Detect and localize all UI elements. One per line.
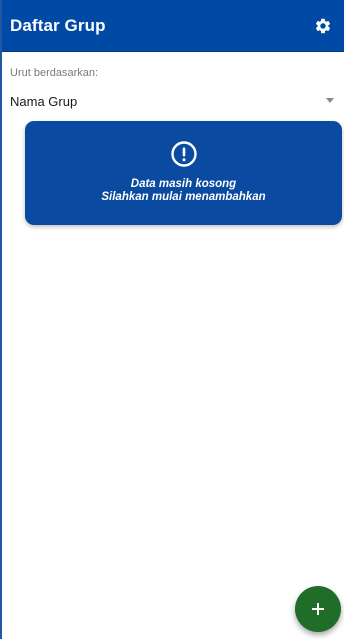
app-screen: Daftar Grup Urut berdasarkan: Nama Grup … <box>0 0 344 639</box>
page-title: Daftar Grup <box>10 15 106 35</box>
plus-icon <box>312 603 324 615</box>
app-bar: Daftar Grup <box>2 0 344 52</box>
add-group-button[interactable] <box>295 586 341 632</box>
dropdown-arrow-icon <box>326 98 334 103</box>
sort-label: Urut berdasarkan: <box>10 67 99 79</box>
sort-section: Urut berdasarkan: Nama Grup <box>10 60 340 112</box>
gear-icon <box>315 18 331 33</box>
sort-dropdown[interactable]: Nama Grup <box>10 90 340 112</box>
empty-state-card: Data masih kosong Silahkan mulai menamba… <box>25 121 342 225</box>
empty-state-title: Data masih kosong <box>130 178 237 190</box>
sort-selected-value: Nama Grup <box>10 93 78 109</box>
exclamation-circle-icon <box>170 141 197 167</box>
empty-state-subtitle: Silahkan mulai menambahkan <box>101 191 266 203</box>
settings-button[interactable] <box>312 15 334 37</box>
